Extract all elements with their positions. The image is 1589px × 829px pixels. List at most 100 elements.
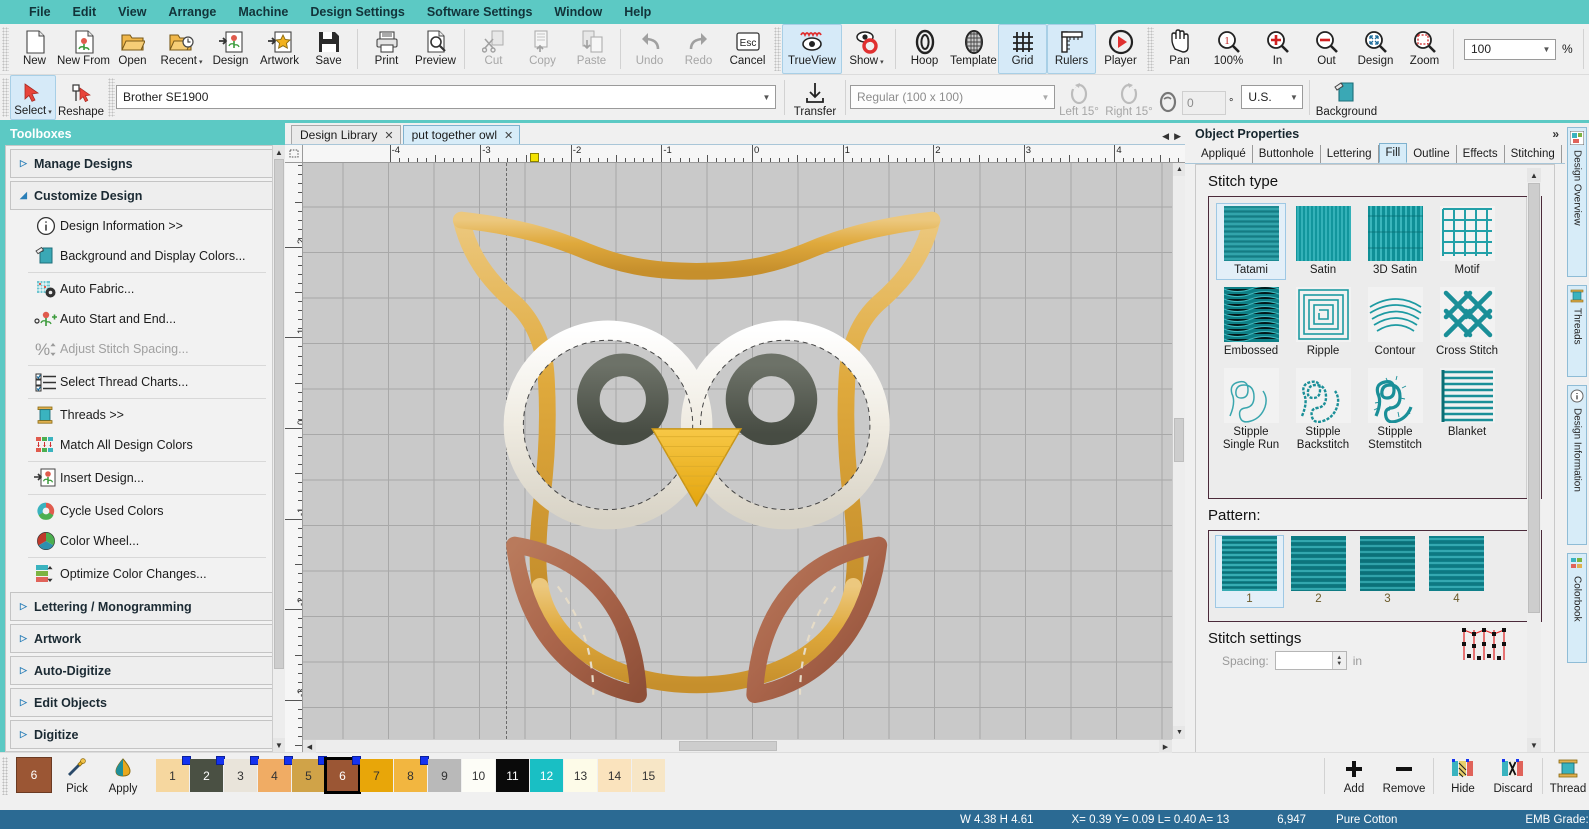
cancel-button[interactable]: Esc Cancel [723, 24, 772, 74]
menu-machine[interactable]: Machine [227, 1, 299, 23]
color-swatch-14[interactable]: 14 [598, 759, 631, 792]
sidebar-item-auto-fabric[interactable]: Auto Fabric... [10, 274, 274, 304]
toolbar-gripper-2[interactable] [774, 27, 781, 71]
tab-scroll-left-icon[interactable]: ◀ [1162, 131, 1169, 142]
expand-panel-icon[interactable]: » [1552, 127, 1559, 141]
tab-fill[interactable]: Fill [1379, 143, 1408, 163]
toolbox-group-digitize[interactable]: ▷ Digitize [10, 720, 274, 749]
remove-color-button[interactable]: Remove [1379, 753, 1429, 799]
toolbox-group-lettering-monogramming[interactable]: ▷ Lettering / Monogramming [10, 592, 274, 621]
canvas-horizontal-scrollbar[interactable]: ◀ ▶ [303, 739, 1172, 752]
docked-tab-design-information[interactable]: Design Information [1567, 385, 1587, 545]
tab-outline[interactable]: Outline [1407, 145, 1456, 163]
pan-button[interactable]: Pan [1155, 24, 1204, 74]
pattern-4[interactable]: 4 [1422, 535, 1491, 608]
stitch-type-stipple-single-run[interactable]: Stipple Single Run [1216, 365, 1286, 455]
scrollbar-thumb[interactable] [274, 159, 284, 669]
canvas-vertical-scrollbar[interactable]: ▲ ▼ [1172, 163, 1185, 739]
toolbar-gripper-5[interactable] [108, 78, 115, 117]
spacing-input[interactable]: ▲▼ [1275, 651, 1347, 670]
stitch-type-satin[interactable]: Satin [1288, 203, 1358, 280]
save-button[interactable]: Save [304, 24, 353, 74]
sidebar-item-insert-design[interactable]: Insert Design... [10, 463, 274, 493]
stitch-type-stipple-stemstitch[interactable]: Stipple Stemstitch [1360, 365, 1430, 455]
tab-applique[interactable]: Appliqué [1195, 145, 1253, 163]
stitch-type-motif[interactable]: Motif [1432, 203, 1502, 280]
menu-design-settings[interactable]: Design Settings [299, 1, 415, 23]
menu-file[interactable]: File [18, 1, 62, 23]
toolbox-group-manage-designs[interactable]: ▷ Manage Designs [10, 149, 274, 178]
toolboxes-scrollbar[interactable]: ▲ ▼ [272, 145, 285, 752]
menu-view[interactable]: View [107, 1, 157, 23]
menu-window[interactable]: Window [543, 1, 613, 23]
properties-scrollbar[interactable]: ▲ ▼ [1527, 168, 1541, 752]
ruler-hoop-marker[interactable] [530, 153, 539, 162]
menu-help[interactable]: Help [613, 1, 662, 23]
color-swatch-5[interactable]: 5 [292, 759, 325, 792]
color-swatch-2[interactable]: 2 [190, 759, 223, 792]
preview-button[interactable]: Preview [411, 24, 460, 74]
color-swatch-8[interactable]: 8 [394, 759, 427, 792]
zoom-100-button[interactable]: 1 100% [1204, 24, 1253, 74]
paste-button[interactable]: Paste [567, 24, 616, 74]
show-button[interactable]: Show▾ [842, 24, 891, 74]
select-tool-button[interactable]: Select▾ [10, 75, 56, 120]
zoom-percent-combo[interactable]: 100 ▼ [1464, 39, 1556, 60]
insert-design-button[interactable]: Design [206, 24, 255, 74]
hoop-button[interactable]: Hoop [900, 24, 949, 74]
sidebar-item-adjust-stitch-spacing[interactable]: % Adjust Stitch Spacing... [10, 334, 274, 364]
color-swatch-10[interactable]: 10 [462, 759, 495, 792]
spinner-up-down-icon[interactable]: ▲▼ [1332, 652, 1346, 669]
copy-button[interactable]: Copy [518, 24, 567, 74]
current-color-indicator[interactable]: 6 [16, 757, 52, 793]
toolbox-group-auto-digitize[interactable]: ▷ Auto-Digitize [10, 656, 274, 685]
menu-edit[interactable]: Edit [62, 1, 108, 23]
toolbar-gripper-3[interactable] [1147, 27, 1154, 71]
docked-tab-threads[interactable]: Threads [1567, 285, 1587, 377]
scrollbar-thumb[interactable] [1528, 183, 1540, 613]
color-swatch-12[interactable]: 12 [530, 759, 563, 792]
machine-select[interactable]: Brother SE1900 ▼ [116, 85, 776, 109]
stitch-type-3d-satin[interactable]: 3D Satin [1360, 203, 1430, 280]
tab-stitching[interactable]: Stitching [1505, 145, 1562, 163]
close-icon[interactable]: ✕ [504, 129, 513, 142]
chevron-down-icon[interactable]: ▼ [1285, 88, 1302, 107]
player-button[interactable]: Player [1096, 24, 1145, 74]
sidebar-item-match-all-design-colors[interactable]: Match All Design Colors [10, 430, 274, 460]
tab-design-library[interactable]: Design Library ✕ [291, 125, 401, 144]
sidebar-item-design-information[interactable]: Design Information >> [10, 211, 274, 241]
recent-button[interactable]: Recent▾ [157, 24, 206, 74]
toolbox-group-edit-objects[interactable]: ▷ Edit Objects [10, 688, 274, 717]
new-button[interactable]: New [10, 24, 59, 74]
stitch-type-blanket[interactable]: Blanket [1432, 365, 1502, 455]
color-swatch-3[interactable]: 3 [224, 759, 257, 792]
vertical-ruler[interactable]: 3210-1-2-3 [285, 163, 303, 752]
units-select[interactable]: U.S. ▼ [1241, 85, 1303, 109]
chevron-down-icon[interactable]: ▼ [1538, 40, 1555, 59]
sidebar-item-select-thread-charts[interactable]: Select Thread Charts... [10, 367, 274, 397]
rulers-button[interactable]: Rulers [1047, 24, 1096, 74]
undo-button[interactable]: Undo [625, 24, 674, 74]
stitch-type-ripple[interactable]: Ripple [1288, 284, 1358, 361]
color-swatch-13[interactable]: 13 [564, 759, 597, 792]
color-swatch-11[interactable]: 11 [496, 759, 529, 792]
menu-arrange[interactable]: Arrange [157, 1, 227, 23]
menu-software-settings[interactable]: Software Settings [416, 1, 544, 23]
scroll-left-icon[interactable]: ◀ [303, 740, 316, 753]
tab-buttonhole[interactable]: Buttonhole [1253, 145, 1321, 163]
thread-button[interactable]: Thread [1547, 753, 1589, 799]
transfer-button[interactable]: Transfer [789, 75, 841, 120]
apply-color-button[interactable]: Apply [100, 753, 146, 799]
tab-scroll-right-icon[interactable]: ▶ [1174, 131, 1181, 142]
trueview-button[interactable]: TrueView [782, 24, 842, 74]
toolbox-group-customize-design[interactable]: ◢ Customize Design [10, 181, 274, 210]
scroll-down-icon[interactable]: ▼ [273, 738, 285, 752]
color-swatch-7[interactable]: 7 [360, 759, 393, 792]
color-swatch-9[interactable]: 9 [428, 759, 461, 792]
insert-artwork-button[interactable]: Artwork [255, 24, 304, 74]
zoom-out-button[interactable]: Out [1302, 24, 1351, 74]
pick-color-button[interactable]: Pick [54, 753, 100, 799]
design-canvas[interactable] [303, 163, 1172, 739]
color-swatch-15[interactable]: 15 [632, 759, 665, 792]
toolbar-gripper-1[interactable] [2, 27, 9, 71]
